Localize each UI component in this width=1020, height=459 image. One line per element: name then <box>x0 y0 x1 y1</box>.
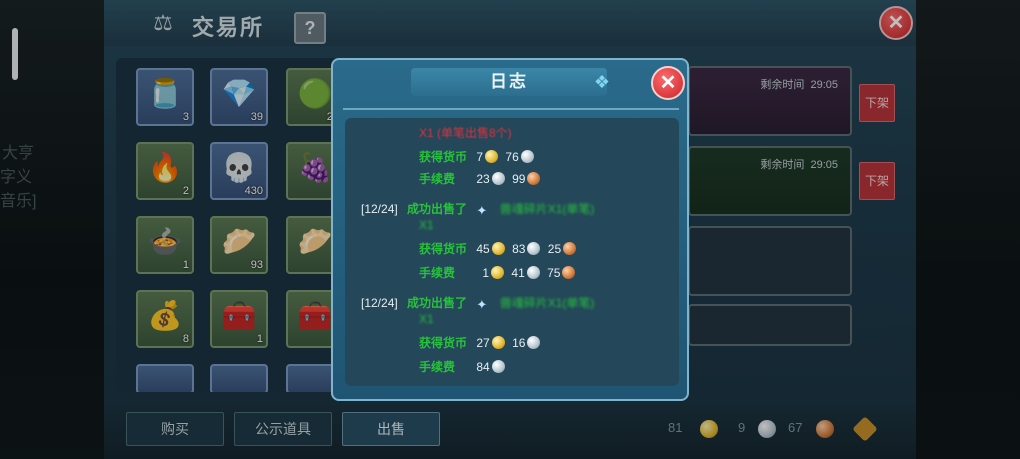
log-item-name: 兽魂碎片X1(单笔) <box>499 202 595 216</box>
log-sale-line: [12/24] 成功出售了 ✦ 兽魂碎片X1(单笔) <box>361 200 594 218</box>
log-sale-line: [12/24] 成功出售了 ✦ 兽魂碎片X1(单笔) <box>361 294 594 312</box>
fee-silver: 23 <box>476 172 490 186</box>
log-earn-row: 获得货币 27 16 <box>419 334 544 351</box>
earn-silver: 76 <box>505 150 519 164</box>
log-dialog: ❖ 日志 ❖ ✕ X1 (单笔出售8个) 获得货币 7 76 手续费 23 99… <box>331 58 689 401</box>
silver-coin-icon <box>527 242 541 255</box>
log-action: 成功出售了 <box>407 296 468 310</box>
fee-label: 手续费 <box>419 172 456 186</box>
earn-gold: 27 <box>476 336 490 350</box>
dialog-close-button[interactable]: ✕ <box>651 66 685 100</box>
log-date: [12/24] <box>361 296 398 310</box>
log-fee-row: 手续费 1 41 75 <box>419 264 579 281</box>
earn-copper: 25 <box>547 242 562 256</box>
silver-coin-icon <box>527 336 541 349</box>
earn-silver: 16 <box>512 336 526 350</box>
silver-coin-icon <box>491 360 505 373</box>
gold-coin-icon <box>491 336 505 349</box>
gold-coin-icon <box>491 266 505 279</box>
fee-label: 手续费 <box>419 266 456 280</box>
earn-gold: 7 <box>476 150 484 164</box>
silver-coin-icon <box>491 172 505 185</box>
log-list: X1 (单笔出售8个) 获得货币 7 76 手续费 23 99 [12/24] … <box>345 118 679 386</box>
log-fee-row: 手续费 23 99 <box>419 170 544 187</box>
dialog-title: 日志 <box>490 72 528 91</box>
log-qty-line: X1 (单笔出售8个) <box>419 126 512 140</box>
gold-coin-icon <box>491 242 505 255</box>
earn-label: 获得货币 <box>419 150 468 164</box>
gold-coin-icon <box>485 150 499 163</box>
fee-copper: 75 <box>547 266 561 280</box>
fee-gold: 1 <box>482 266 490 280</box>
earn-gold: 45 <box>476 242 490 256</box>
fee-silver: 41 <box>511 266 525 280</box>
silver-coin-icon <box>526 266 540 279</box>
earn-silver: 83 <box>512 242 526 256</box>
ornament-icon: ❖ <box>593 72 611 92</box>
item-gem-icon: ✦ <box>476 297 488 312</box>
copper-coin-icon <box>527 172 541 185</box>
dialog-divider <box>343 108 679 110</box>
log-date: [12/24] <box>361 202 398 216</box>
fee-copper: 99 <box>512 172 526 186</box>
dialog-title-bar: 日志 <box>411 68 607 96</box>
log-earn-row: 获得货币 7 76 <box>419 148 538 165</box>
silver-coin-icon <box>520 150 534 163</box>
log-action: 成功出售了 <box>407 202 468 216</box>
log-fee-row: 手续费 84 <box>419 358 509 375</box>
earn-label: 获得货币 <box>419 242 468 256</box>
log-qty: X1 <box>419 312 434 326</box>
log-earn-row: 获得货币 45 83 25 <box>419 240 580 257</box>
item-gem-icon: ✦ <box>476 203 488 218</box>
fee-label: 手续费 <box>419 360 456 374</box>
log-item-name: 兽魂碎片X1(单笔) <box>499 296 595 310</box>
fee-silver: 84 <box>476 360 490 374</box>
copper-coin-icon <box>563 242 577 255</box>
earn-label: 获得货币 <box>419 336 468 350</box>
log-qty: X1 <box>419 218 434 232</box>
copper-coin-icon <box>562 266 576 279</box>
